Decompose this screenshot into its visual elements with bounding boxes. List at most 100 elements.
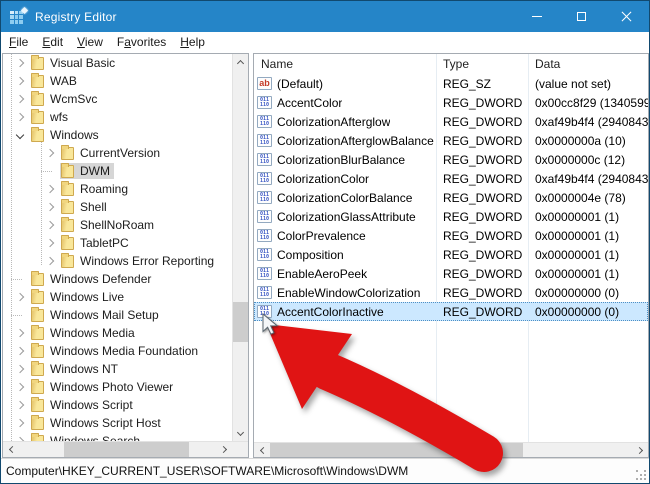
registry-value-row[interactable]: AccentColor REG_DWORD 0x00cc8f29 (134059…: [254, 93, 648, 112]
tree-expander[interactable]: [15, 420, 30, 426]
minimize-button[interactable]: [514, 1, 559, 32]
tree-expander[interactable]: [15, 348, 30, 354]
tree-item[interactable]: Windows Media: [3, 324, 232, 342]
maximize-button[interactable]: [559, 1, 604, 32]
tree-item[interactable]: WAB: [3, 72, 232, 90]
tree-vertical-scrollbar[interactable]: [232, 54, 248, 441]
scroll-left-button[interactable]: [3, 442, 18, 457]
tree-item[interactable]: CurrentVersion: [3, 144, 232, 162]
registry-value-row[interactable]: EnableAeroPeek REG_DWORD 0x00000001 (1): [254, 264, 648, 283]
chevron-right-icon: [16, 401, 24, 409]
tree-item[interactable]: Roaming: [3, 180, 232, 198]
menu-view[interactable]: View: [70, 33, 110, 52]
registry-value-row[interactable]: Composition REG_DWORD 0x00000001 (1): [254, 245, 648, 264]
tree-expander[interactable]: [15, 114, 30, 120]
tree-expander[interactable]: [45, 222, 60, 228]
scrollbar-track[interactable]: [269, 443, 633, 457]
scroll-left-button[interactable]: [254, 443, 269, 457]
tree-expander[interactable]: [45, 258, 60, 264]
tree-expander[interactable]: [45, 171, 60, 172]
tree-item[interactable]: Visual Basic: [3, 54, 232, 72]
tree-expander[interactable]: [15, 366, 30, 372]
dword-icon: [257, 172, 272, 185]
tree-item[interactable]: Shell: [3, 198, 232, 216]
scroll-up-button[interactable]: [233, 54, 249, 69]
tree-item[interactable]: Windows Script Host: [3, 414, 232, 432]
chevron-right-icon: [16, 95, 24, 103]
registry-value-row[interactable]: EnableWindowColorization REG_DWORD 0x000…: [254, 283, 648, 302]
tree-item[interactable]: wfs: [3, 108, 232, 126]
tree-item[interactable]: WcmSvc: [3, 90, 232, 108]
tree-expander[interactable]: [15, 132, 30, 138]
value-data: 0x00000001 (1): [528, 229, 648, 243]
value-data: 0x00000001 (1): [528, 248, 648, 262]
dword-icon: [257, 134, 272, 147]
tree-item[interactable]: Windows Media Foundation: [3, 342, 232, 360]
column-header-data[interactable]: Data: [528, 57, 648, 71]
tree-expander[interactable]: [15, 384, 30, 390]
scrollbar-track[interactable]: [233, 69, 249, 426]
scrollbar-thumb[interactable]: [64, 442, 189, 457]
registry-value-row[interactable]: ColorizationAfterglowBalance REG_DWORD 0…: [254, 131, 648, 150]
column-header-type[interactable]: Type: [436, 57, 528, 71]
registry-value-row[interactable]: AccentColorInactive REG_DWORD 0x00000000…: [254, 302, 648, 321]
tree-item[interactable]: Windows Live: [3, 288, 232, 306]
tree-item[interactable]: DWM: [3, 162, 232, 180]
tree-item[interactable]: Windows Error Reporting: [3, 252, 232, 270]
column-header-name[interactable]: Name: [254, 57, 436, 71]
registry-value-row[interactable]: ColorizationGlassAttribute REG_DWORD 0x0…: [254, 207, 648, 226]
value-type: REG_DWORD: [436, 210, 528, 224]
resize-grip-icon[interactable]: [636, 470, 646, 480]
scrollbar-thumb[interactable]: [270, 443, 523, 457]
registry-value-row[interactable]: ColorPrevalence REG_DWORD 0x00000001 (1): [254, 226, 648, 245]
dword-icon: [257, 115, 272, 128]
menu-help[interactable]: Help: [173, 33, 212, 52]
registry-value-row[interactable]: (Default) REG_SZ (value not set): [254, 74, 648, 93]
tree-item[interactable]: ShellNoRoam: [3, 216, 232, 234]
tree-item[interactable]: Windows NT: [3, 360, 232, 378]
chevron-right-icon: [16, 329, 24, 337]
tree-expander[interactable]: [45, 204, 60, 210]
tree-item-label: Windows Error Reporting: [80, 254, 214, 268]
tree-expander[interactable]: [15, 294, 30, 300]
tree-item[interactable]: Windows Photo Viewer: [3, 378, 232, 396]
scrollbar-track[interactable]: [18, 442, 217, 457]
scroll-right-button[interactable]: [633, 443, 648, 457]
list-horizontal-scrollbar[interactable]: [254, 442, 648, 457]
tree-item[interactable]: Windows Script: [3, 396, 232, 414]
registry-value-row[interactable]: ColorizationBlurBalance REG_DWORD 0x0000…: [254, 150, 648, 169]
tree-expander[interactable]: [15, 279, 30, 280]
chevron-right-icon: [16, 59, 24, 67]
menu-favorites[interactable]: Favorites: [110, 33, 173, 52]
value-name: ColorizationAfterglow: [277, 115, 390, 129]
tree-expander[interactable]: [15, 60, 30, 66]
tree-expander[interactable]: [15, 330, 30, 336]
scrollbar-thumb[interactable]: [233, 302, 249, 342]
tree-expander[interactable]: [15, 78, 30, 84]
tree-expander[interactable]: [15, 96, 30, 102]
registry-value-row[interactable]: ColorizationColor REG_DWORD 0xaf49b4f4 (…: [254, 169, 648, 188]
value-data: 0x00000000 (0): [528, 305, 648, 319]
close-button[interactable]: [604, 1, 649, 32]
tree-item[interactable]: Windows Search: [3, 432, 232, 441]
menu-file[interactable]: File: [2, 33, 35, 52]
tree-expander[interactable]: [15, 402, 30, 408]
registry-value-row[interactable]: ColorizationAfterglow REG_DWORD 0xaf49b4…: [254, 112, 648, 131]
tree-expander[interactable]: [45, 240, 60, 246]
registry-value-row[interactable]: ColorizationColorBalance REG_DWORD 0x000…: [254, 188, 648, 207]
tree-item[interactable]: Windows Mail Setup: [3, 306, 232, 324]
tree-expander[interactable]: [45, 186, 60, 192]
tree-item[interactable]: TabletPC: [3, 234, 232, 252]
dword-icon: [257, 248, 272, 261]
menu-edit[interactable]: Edit: [35, 33, 70, 52]
tree-item[interactable]: Windows Defender: [3, 270, 232, 288]
scroll-down-button[interactable]: [233, 426, 249, 441]
tree-expander[interactable]: [45, 150, 60, 156]
folder-icon: [31, 399, 44, 412]
tree-horizontal-scrollbar[interactable]: [3, 442, 232, 457]
tree-expander[interactable]: [15, 438, 30, 441]
dword-icon: [257, 96, 272, 109]
scroll-right-button[interactable]: [217, 442, 232, 457]
tree-expander[interactable]: [15, 315, 30, 316]
tree-item[interactable]: Windows: [3, 126, 232, 144]
